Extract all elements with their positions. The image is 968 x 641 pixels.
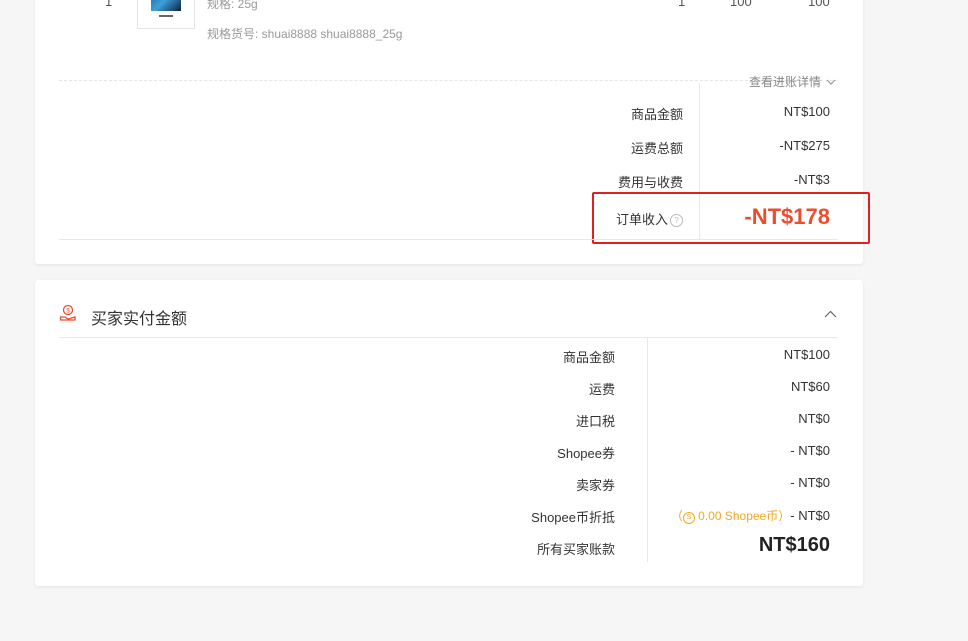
- pay-value-goods: NT$100: [783, 347, 830, 362]
- income-details-label: 查看进账详情: [749, 75, 822, 89]
- chevron-up-icon[interactable]: [824, 310, 837, 318]
- pay-label-goods: 商品金额: [562, 350, 615, 365]
- product-spec-code: 规格货号: shuai8888 shuai8888_25g: [207, 27, 403, 41]
- buyer-payment-card: $ 买家实付金额 商品金额 NT$100 运费 NT$60 进口税 NT$0 S…: [35, 280, 863, 586]
- income-value-fees: -NT$3: [793, 172, 830, 187]
- income-label-goods: 商品金额: [630, 107, 683, 122]
- pay-value-shopee-voucher: - NT$0: [790, 443, 830, 458]
- product-image: [151, 0, 181, 17]
- chevron-down-icon: [826, 79, 836, 85]
- pay-label-coin-offset: Shopee币折抵: [531, 510, 615, 525]
- payment-hand-icon: $: [59, 304, 76, 321]
- pay-label-seller-voucher: 卖家券: [575, 478, 615, 493]
- section-divider: [59, 337, 838, 338]
- buyer-payment-title: 买家实付金额: [91, 311, 188, 328]
- pay-value-shipping: NT$60: [790, 379, 830, 394]
- row-index: 1: [105, 0, 113, 9]
- income-bottom-line: [59, 239, 838, 240]
- highlight-annotation-box: [592, 192, 870, 244]
- pay-label-import-tax: 进口税: [575, 414, 615, 429]
- pay-value-seller-voucher: - NT$0: [790, 475, 830, 490]
- income-label-fees: 费用与收费: [617, 175, 683, 190]
- product-unit-price: 100: [730, 0, 752, 9]
- income-details-link[interactable]: 查看进账详情: [749, 73, 836, 90]
- coin-offset-value-wrap: （S 0.00 Shopee币）- NT$0: [671, 507, 830, 524]
- income-value-shipping: -NT$275: [779, 138, 830, 153]
- payment-column-divider: [647, 338, 648, 562]
- pay-value-coin-offset: - NT$0: [790, 508, 830, 523]
- income-value-goods: NT$100: [783, 104, 830, 119]
- product-thumbnail[interactable]: [137, 0, 195, 29]
- product-quantity: 1: [678, 0, 686, 9]
- product-spec: 规格: 25g: [207, 0, 258, 11]
- pay-label-shopee-voucher: Shopee券: [557, 446, 615, 461]
- pay-label-shipping: 运费: [588, 382, 615, 397]
- pay-label-total: 所有买家账款: [536, 542, 615, 557]
- order-income-card: 1 规格: 25g 规格货号: shuai8888 shuai8888_25g …: [35, 0, 870, 264]
- coin-note: （S 0.00 Shopee币）: [670, 509, 791, 524]
- income-label-shipping: 运费总额: [630, 141, 683, 156]
- divider: [59, 80, 838, 81]
- product-subtotal: 100: [808, 0, 830, 9]
- pay-value-import-tax: NT$0: [798, 411, 830, 426]
- coin-icon: S: [682, 512, 695, 524]
- pay-value-total: NT$160: [758, 534, 830, 556]
